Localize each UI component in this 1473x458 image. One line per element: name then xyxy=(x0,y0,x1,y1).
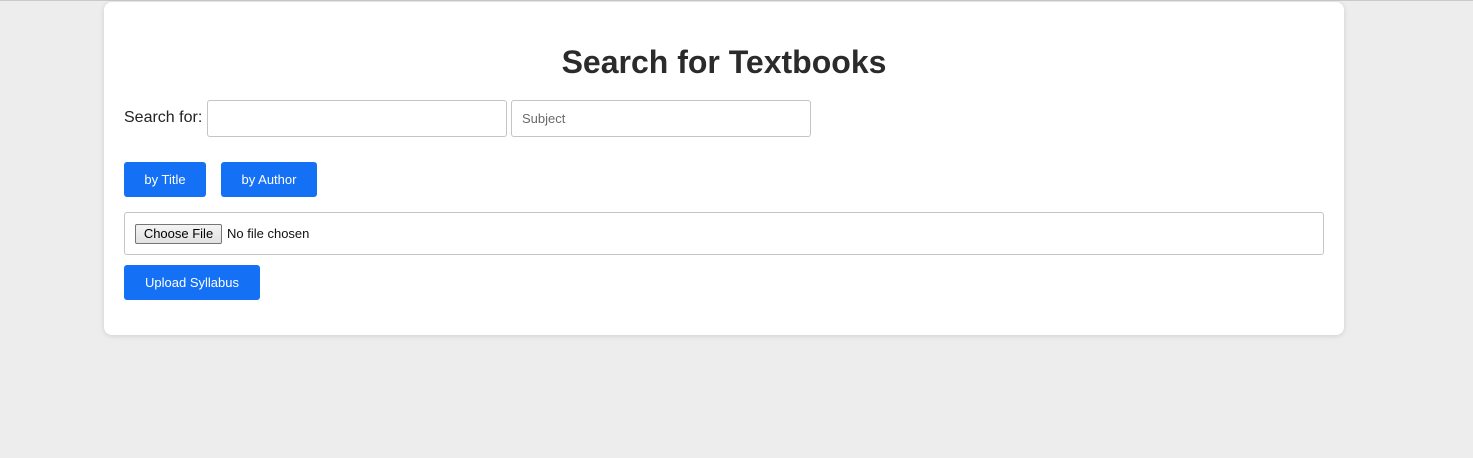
search-card: Search for Textbooks Search for: by Titl… xyxy=(104,2,1344,335)
search-by-title-button[interactable]: by Title xyxy=(124,162,206,197)
file-status-text: No file chosen xyxy=(227,226,310,241)
search-label: Search for: xyxy=(124,109,203,126)
search-by-author-button[interactable]: by Author xyxy=(221,162,317,197)
page-title: Search for Textbooks xyxy=(561,44,887,80)
top-border xyxy=(0,0,1473,1)
file-input-field[interactable]: Choose File No file chosen xyxy=(124,212,1324,255)
subject-input[interactable] xyxy=(511,100,811,137)
upload-syllabus-button[interactable]: Upload Syllabus xyxy=(124,265,260,300)
search-query-input[interactable] xyxy=(207,100,507,137)
choose-file-button[interactable]: Choose File xyxy=(135,224,222,244)
